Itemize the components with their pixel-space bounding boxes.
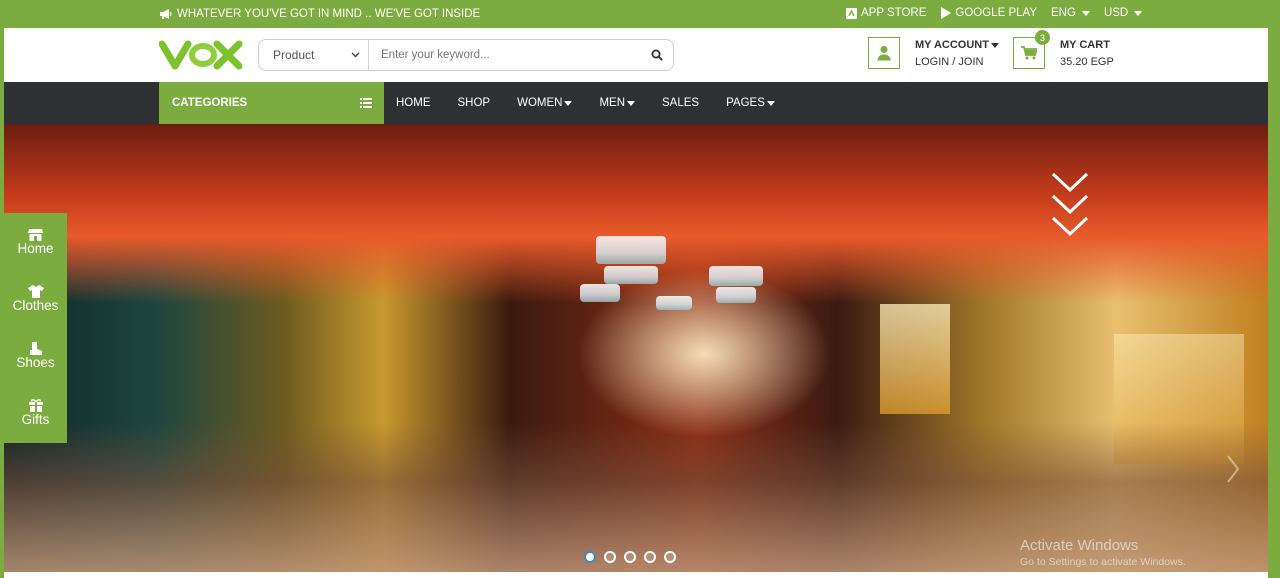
chevron-down-icon bbox=[1081, 10, 1090, 16]
currency-label: USD bbox=[1103, 7, 1129, 19]
slider-dot[interactable] bbox=[664, 551, 676, 563]
nav-item-label: PAGES bbox=[726, 97, 765, 109]
nav-item-label: SHOP bbox=[457, 97, 491, 109]
account-title: MY ACCOUNT bbox=[915, 37, 999, 54]
sidebar-item-label: Home bbox=[17, 240, 54, 256]
categories-button[interactable]: CATEGORIES bbox=[159, 82, 384, 124]
play-store-icon bbox=[941, 7, 952, 19]
vox-logo bbox=[158, 40, 243, 70]
search-bar: Product bbox=[258, 39, 674, 71]
account-button[interactable] bbox=[868, 37, 900, 69]
cart-icon bbox=[1021, 46, 1037, 60]
cart-summary[interactable]: MY CART 35.20 EGP bbox=[1060, 37, 1114, 71]
app-store-link[interactable]: APP STORE bbox=[846, 7, 926, 19]
chevron-down-icon bbox=[766, 100, 775, 106]
account-menu[interactable]: MY ACCOUNT LOGIN / JOIN bbox=[915, 37, 999, 71]
boot-icon bbox=[29, 341, 42, 355]
windows-activation-watermark: Activate Windows Go to Settings to activ… bbox=[1020, 537, 1186, 568]
site-header: Product MY ACCOUNT LOGIN / JOIN 3 MY CAR… bbox=[4, 28, 1268, 82]
sidebar-item-label: Clothes bbox=[12, 297, 59, 313]
sidebar-item-shoes[interactable]: Shoes bbox=[4, 327, 67, 384]
user-icon bbox=[877, 46, 891, 61]
currency-selector[interactable]: USD bbox=[1103, 7, 1143, 19]
hero-image-detail bbox=[656, 296, 692, 310]
promo-text: WHATEVER YOU'VE GOT IN MIND .. WE'VE GOT… bbox=[177, 8, 481, 20]
search-button[interactable] bbox=[641, 49, 673, 61]
scroll-down-chevrons-icon[interactable] bbox=[1050, 172, 1090, 240]
hero-image-detail bbox=[596, 236, 666, 264]
slider-dot[interactable] bbox=[624, 551, 636, 563]
nav-item-pages[interactable]: PAGES bbox=[726, 97, 775, 109]
chevron-down-icon bbox=[351, 52, 360, 58]
hero-image-detail bbox=[709, 266, 763, 286]
gift-icon bbox=[28, 398, 43, 412]
site-logo[interactable] bbox=[158, 38, 245, 77]
sidebar-item-gifts[interactable]: Gifts bbox=[4, 384, 67, 441]
sidebar-item-label: Shoes bbox=[16, 354, 55, 370]
cart-count-badge: 3 bbox=[1035, 30, 1050, 45]
watermark-title: Activate Windows bbox=[1020, 537, 1139, 554]
app-store-label: APP STORE bbox=[861, 7, 927, 19]
apple-icon bbox=[846, 7, 857, 19]
slider-dot[interactable] bbox=[644, 551, 656, 563]
hero-image-detail bbox=[716, 287, 756, 303]
categories-label: CATEGORIES bbox=[172, 97, 248, 109]
nav-item-men[interactable]: MEN bbox=[599, 97, 636, 109]
chevron-down-icon bbox=[990, 43, 999, 48]
slider-pagination bbox=[584, 551, 676, 563]
promo-banner: WHATEVER YOU'VE GOT IN MIND .. WE'VE GOT… bbox=[159, 8, 480, 20]
cart-amount: 35.20 EGP bbox=[1060, 56, 1114, 68]
megaphone-icon bbox=[160, 9, 172, 19]
cart-title: MY CART bbox=[1060, 39, 1110, 51]
list-icon bbox=[360, 98, 372, 108]
chevron-down-icon bbox=[564, 100, 573, 106]
nav-menu: HOME SHOP WOMEN MEN SALES PAGES bbox=[396, 82, 802, 124]
language-label: ENG bbox=[1051, 7, 1076, 19]
language-selector[interactable]: ENG bbox=[1051, 7, 1090, 19]
tshirt-icon bbox=[27, 284, 44, 298]
search-input[interactable] bbox=[369, 49, 641, 61]
store-icon bbox=[28, 228, 43, 241]
slider-dot[interactable] bbox=[584, 551, 596, 563]
slider-dot[interactable] bbox=[604, 551, 616, 563]
sidebar-item-home[interactable]: Home bbox=[4, 213, 67, 270]
google-play-link[interactable]: GOOGLE PLAY bbox=[940, 7, 1037, 19]
main-nav: CATEGORIES HOME SHOP WOMEN MEN SALES PAG… bbox=[4, 82, 1268, 124]
chevron-down-icon bbox=[627, 100, 636, 106]
nav-item-label: SALES bbox=[662, 97, 700, 109]
nav-item-label: MEN bbox=[599, 97, 626, 109]
search-category-select[interactable]: Product bbox=[259, 40, 369, 70]
search-icon bbox=[651, 49, 663, 61]
login-join-link[interactable]: LOGIN / JOIN bbox=[915, 54, 999, 71]
search-category-label: Product bbox=[273, 48, 315, 62]
top-bar: WHATEVER YOU'VE GOT IN MIND .. WE'VE GOT… bbox=[4, 0, 1268, 28]
content-edge bbox=[4, 572, 1268, 578]
page-scrollbar[interactable] bbox=[1268, 28, 1280, 578]
hero-image-detail bbox=[604, 266, 658, 284]
chevron-right-icon[interactable] bbox=[1226, 454, 1240, 484]
google-play-label: GOOGLE PLAY bbox=[955, 7, 1038, 19]
nav-item-women[interactable]: WOMEN bbox=[517, 97, 573, 109]
quick-category-sidebar: Home Clothes Shoes Gifts bbox=[4, 213, 67, 443]
sidebar-item-clothes[interactable]: Clothes bbox=[4, 270, 67, 327]
hero-image-detail bbox=[880, 304, 950, 414]
chevron-down-icon bbox=[1134, 10, 1143, 16]
nav-item-label: HOME bbox=[396, 97, 431, 109]
nav-item-sales[interactable]: SALES bbox=[662, 97, 699, 109]
hero-image-detail bbox=[580, 284, 620, 302]
sidebar-item-label: Gifts bbox=[21, 411, 50, 427]
watermark-subtitle: Go to Settings to activate Windows. bbox=[1020, 556, 1186, 568]
nav-item-home[interactable]: HOME bbox=[396, 97, 431, 109]
nav-item-shop[interactable]: SHOP bbox=[458, 97, 491, 109]
nav-item-label: WOMEN bbox=[517, 97, 563, 109]
